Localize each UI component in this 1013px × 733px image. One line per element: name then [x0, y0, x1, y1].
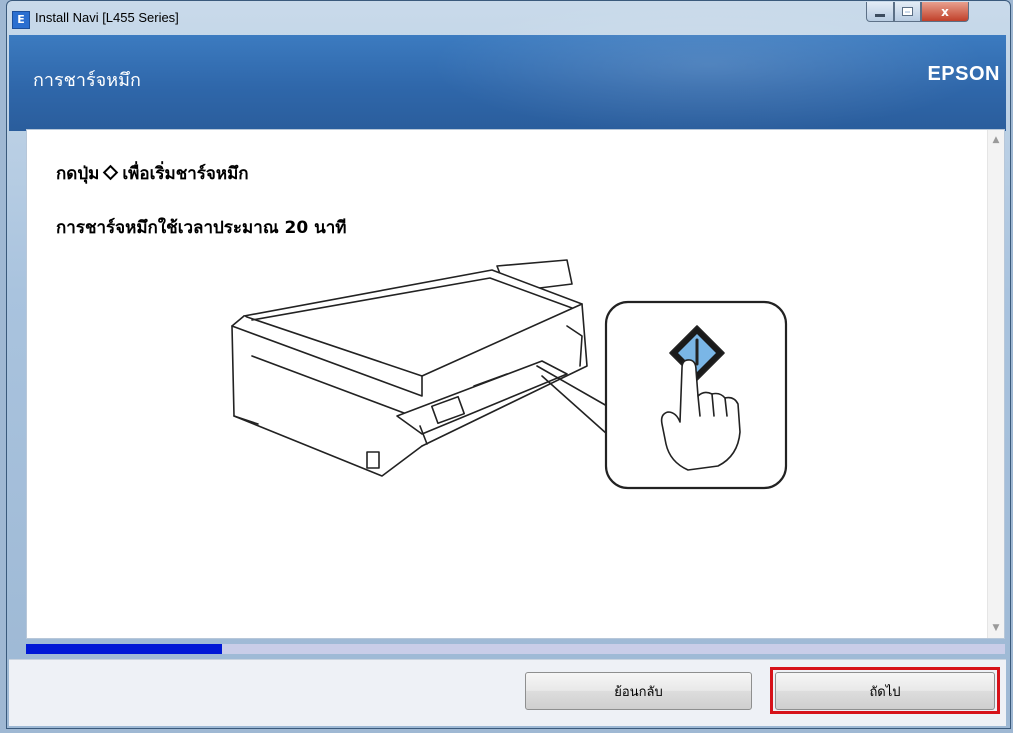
content-panel: กดปุ่ม เพื่อเริ่มชาร์จหมึก การชาร์จหมึกใช… — [26, 129, 1005, 639]
page-title: การชาร์จหมึก — [33, 70, 141, 91]
scroll-up-icon[interactable]: ▲ — [988, 132, 1004, 148]
progress-bar — [26, 644, 1005, 654]
footer-bar: ย้อนกลับ ถัดไป — [9, 659, 1006, 726]
vertical-scrollbar[interactable]: ▲ ▼ — [987, 130, 1004, 638]
app-icon: E — [12, 11, 30, 29]
brand-logo: EPSON — [927, 63, 1000, 85]
next-button-highlight — [770, 667, 1000, 714]
installer-window: E Install Navi [L455 Series] x การชาร์จห… — [6, 0, 1011, 729]
instruction-before: กดปุ่ม — [56, 164, 100, 184]
duration-note: การชาร์จหมึกใช้เวลาประมาณ 20 นาที — [56, 218, 347, 238]
progress-fill — [26, 644, 222, 654]
instruction-after: เพื่อเริ่มชาร์จหมึก — [122, 164, 249, 184]
close-button[interactable]: x — [921, 2, 969, 22]
page-header: การชาร์จหมึก EPSON — [9, 1, 1006, 135]
back-button[interactable]: ย้อนกลับ — [525, 672, 752, 710]
window-title: Install Navi [L455 Series] — [35, 10, 179, 25]
start-diamond-icon — [103, 164, 119, 181]
scroll-down-icon[interactable]: ▼ — [988, 620, 1004, 636]
printer-illustration — [231, 259, 788, 490]
instruction-text: กดปุ่ม เพื่อเริ่มชาร์จหมึก — [56, 160, 249, 187]
close-icon: x — [941, 4, 949, 19]
